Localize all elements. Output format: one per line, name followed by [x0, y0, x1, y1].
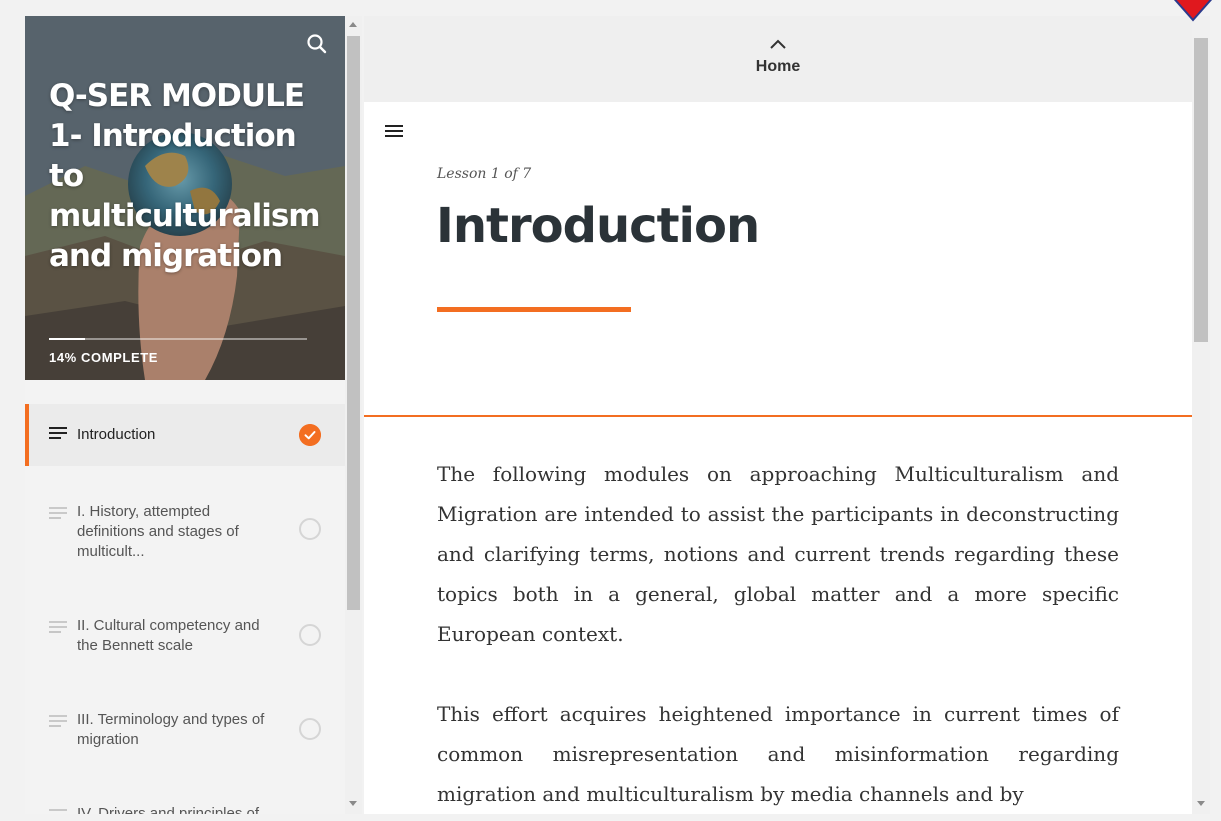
course-hero: Q-SER MODULE 1- Introduction to multicul… [25, 16, 345, 380]
incomplete-status-icon [299, 518, 321, 540]
section-divider [364, 415, 1192, 417]
body-paragraph: This effort acquires heightened importan… [437, 702, 1119, 806]
title-accent-bar [437, 307, 631, 312]
lesson-lines-icon [49, 427, 67, 439]
home-button[interactable]: Home [364, 16, 1192, 102]
scroll-up-arrow-icon[interactable] [349, 22, 357, 27]
hamburger-menu-icon[interactable] [384, 123, 404, 139]
lesson-list: Introduction I. History, attempted defin… [25, 404, 345, 814]
lesson-count: Lesson 1 of 7 [437, 166, 532, 182]
body-paragraph: The following modules on approaching Mul… [437, 462, 1119, 646]
sidebar-item-label: III. Terminology and types of migration [77, 711, 265, 748]
lesson-body: The following modules on approaching Mul… [437, 454, 1119, 814]
progress-bar [49, 338, 307, 340]
progress-label: 14% COMPLETE [49, 350, 159, 365]
course-title: Q-SER MODULE 1- Introduction to multicul… [49, 78, 321, 274]
incomplete-status-icon [299, 718, 321, 740]
sidebar-item-cultural-competency[interactable]: II. Cultural competency and the Bennett … [25, 616, 345, 656]
chevron-up-icon [770, 39, 786, 49]
lesson-lines-icon [49, 507, 67, 519]
sidebar-item-label: II. Cultural competency and the Bennett … [77, 617, 260, 654]
home-label: Home [755, 58, 801, 75]
sidebar-item-introduction[interactable]: Introduction [25, 404, 345, 466]
scroll-down-arrow-icon[interactable] [1197, 801, 1205, 806]
sidebar-scrollbar[interactable] [345, 16, 362, 814]
sidebar-item-drivers[interactable]: IV. Drivers and principles of [25, 804, 345, 814]
lesson-lines-icon [49, 809, 67, 811]
lesson-content: Home Lesson 1 of 7 Introduction The foll… [364, 16, 1192, 814]
sidebar-item-label: IV. Drivers and principles of [77, 805, 260, 814]
lesson-lines-icon [49, 621, 67, 633]
main-scrollbar[interactable] [1192, 16, 1210, 814]
incomplete-status-icon [299, 624, 321, 646]
sidebar-item-label: I. History, attempted definitions and st… [77, 503, 239, 560]
search-icon[interactable] [305, 32, 329, 56]
sidebar-scrollbar-thumb[interactable] [347, 36, 360, 610]
course-sidebar: Q-SER MODULE 1- Introduction to multicul… [25, 16, 345, 814]
page-title: Introduction [436, 198, 760, 254]
cursor-marker-icon [1173, 0, 1213, 22]
sidebar-item-terminology[interactable]: III. Terminology and types of migration [25, 710, 345, 750]
scroll-down-arrow-icon[interactable] [349, 801, 357, 806]
sidebar-item-label: Introduction [77, 426, 156, 443]
check-icon [299, 424, 321, 446]
sidebar-item-history[interactable]: I. History, attempted definitions and st… [25, 502, 345, 562]
main-scrollbar-thumb[interactable] [1194, 38, 1208, 342]
lesson-lines-icon [49, 715, 67, 727]
progress-bar-fill [49, 338, 86, 340]
